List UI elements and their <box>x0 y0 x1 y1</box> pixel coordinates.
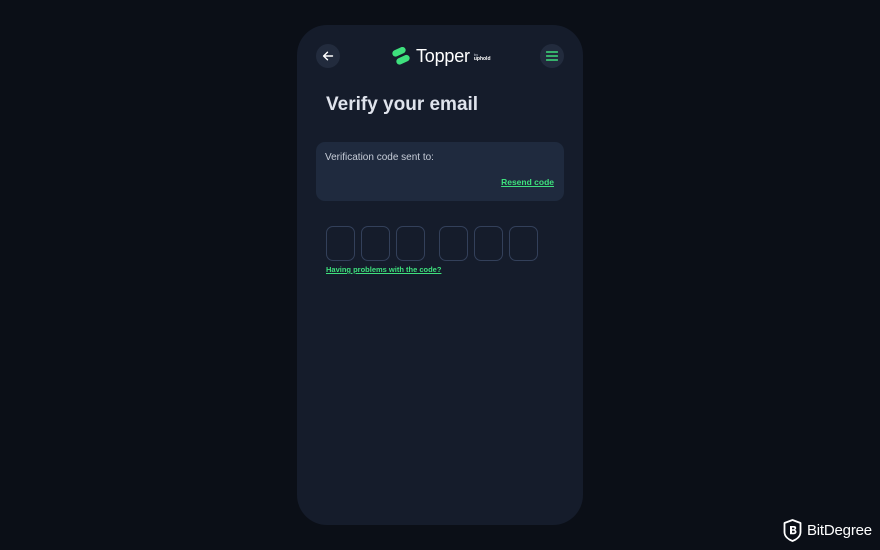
brand-by-name: uphold <box>473 56 491 62</box>
brand-name: Topper <box>416 46 470 66</box>
phone-screen: Topper by uphold Verify your email Verif… <box>297 25 583 525</box>
arrow-left-icon <box>322 51 334 61</box>
bitdegree-shield-icon <box>783 518 802 542</box>
back-button[interactable] <box>316 44 340 68</box>
verification-info-text: Verification code sent to: <box>325 152 434 163</box>
having-problems-link[interactable]: Having problems with the code? <box>326 264 441 275</box>
bitdegree-watermark: BitDegree <box>783 518 872 542</box>
brand: Topper by uphold <box>390 45 491 67</box>
watermark-text: BitDegree <box>807 521 872 539</box>
brand-by: by uphold <box>474 52 491 62</box>
code-input-group <box>326 226 544 261</box>
resend-code-link[interactable]: Resend code <box>501 176 554 188</box>
verification-info-card: Verification code sent to: Resend code <box>316 142 564 201</box>
code-digit-4[interactable] <box>439 226 468 261</box>
menu-button[interactable] <box>540 44 564 68</box>
hamburger-menu-icon <box>546 51 558 61</box>
code-digit-5[interactable] <box>474 226 503 261</box>
code-digit-2[interactable] <box>361 226 390 261</box>
page: Topper by uphold Verify your email Verif… <box>0 0 880 550</box>
topper-logo-icon <box>392 47 410 65</box>
code-digit-3[interactable] <box>396 226 425 261</box>
code-digit-6[interactable] <box>509 226 538 261</box>
code-digit-1[interactable] <box>326 226 355 261</box>
page-title: Verify your email <box>326 94 479 115</box>
header: Topper by uphold <box>297 25 583 87</box>
